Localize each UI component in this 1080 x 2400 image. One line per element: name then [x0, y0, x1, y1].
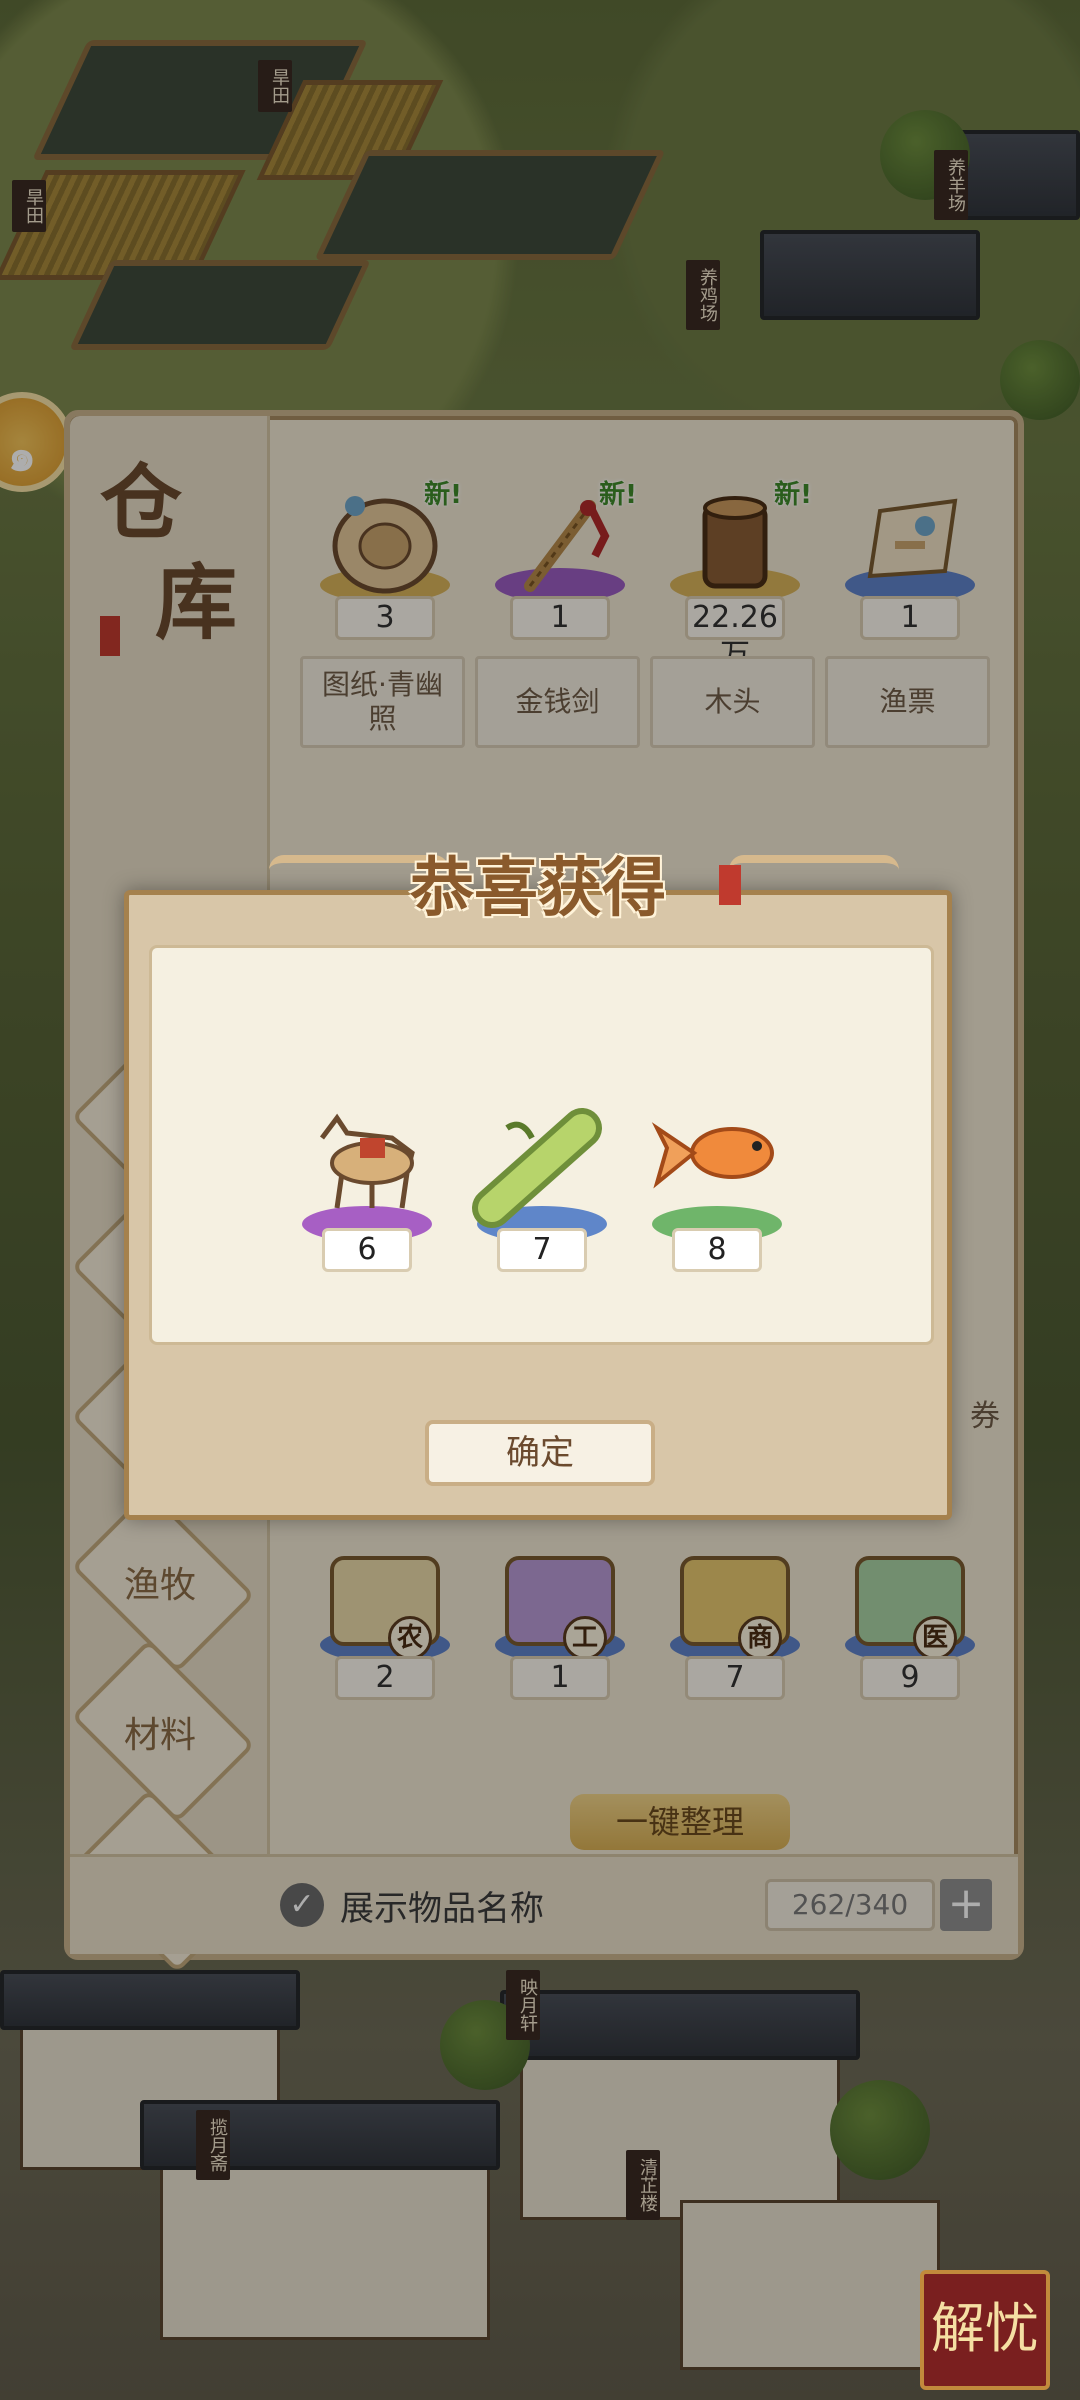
- bamboo-icon: [472, 1108, 602, 1228]
- reward-list: 6 7 8: [149, 945, 934, 1345]
- confirm-button[interactable]: 确定: [425, 1420, 655, 1486]
- goldfish-icon: [651, 1122, 774, 1189]
- horse-icon: [320, 1113, 415, 1209]
- reward-count: 7: [497, 1228, 587, 1272]
- dialog-title: 恭喜获得: [410, 851, 666, 926]
- reward-count: 8: [672, 1228, 762, 1272]
- red-seal-icon: [719, 865, 741, 905]
- reward-dialog: 恭喜获得 6 7 8 确定: [124, 851, 952, 1520]
- jieyou-button[interactable]: 解忧: [920, 2270, 1050, 2390]
- reward-count: 6: [322, 1228, 412, 1272]
